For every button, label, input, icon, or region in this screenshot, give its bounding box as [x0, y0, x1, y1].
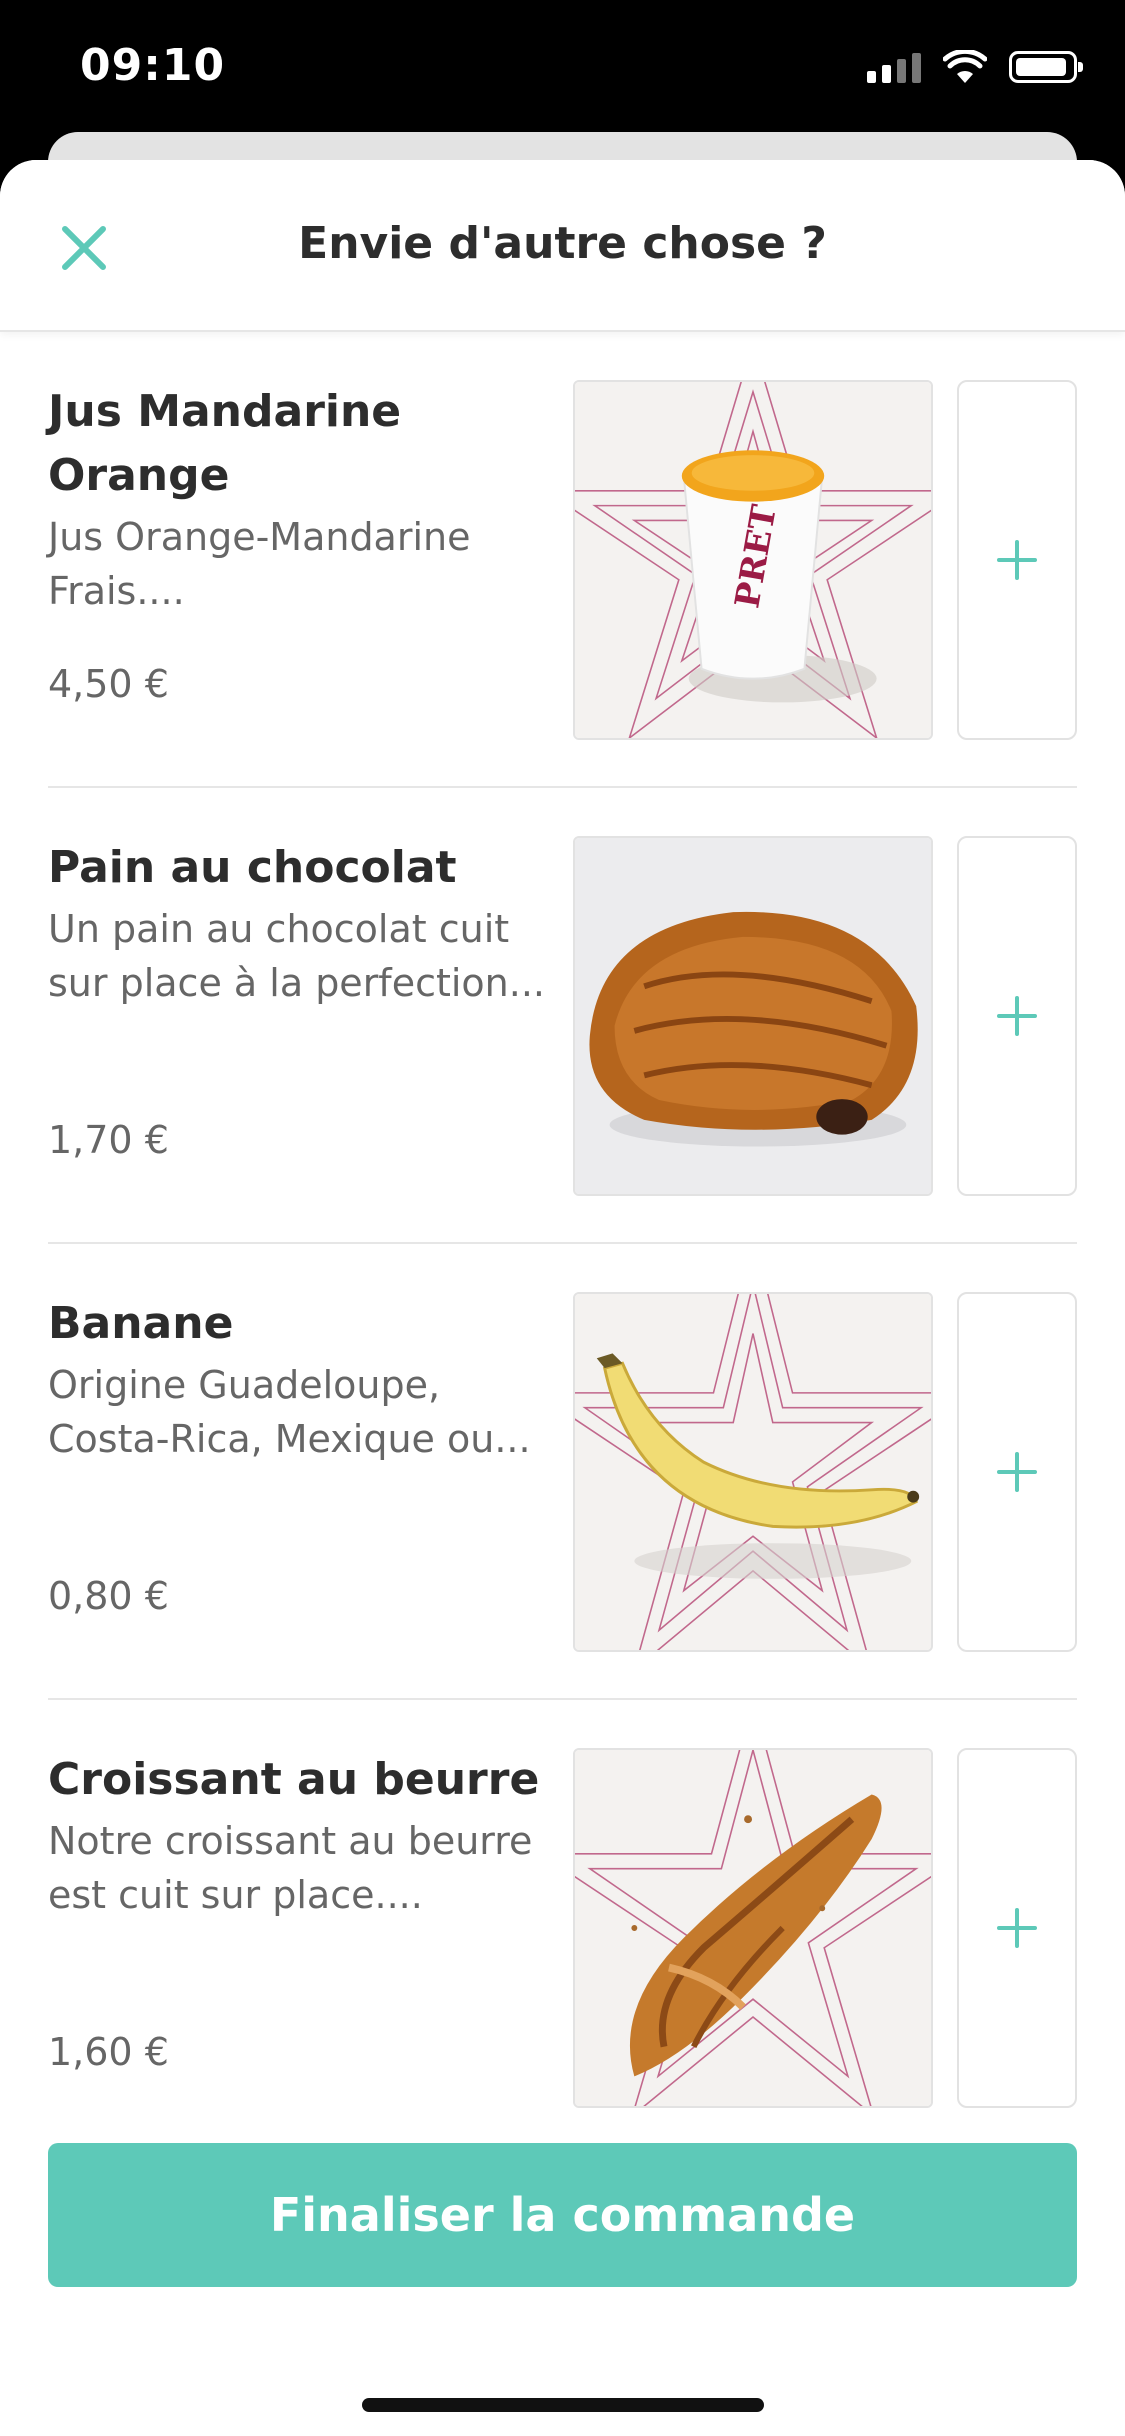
list-item[interactable]: Jus Mandarine Orange Jus Orange-Mandarin…: [0, 332, 1125, 788]
battery-icon: [1009, 51, 1083, 83]
sheet-header: Envie d'autre chose ?: [0, 160, 1125, 332]
item-price: 1,60 €: [48, 2030, 169, 2074]
status-bar: 09:10: [0, 0, 1125, 140]
item-price: 4,50 €: [48, 662, 169, 706]
pain-au-chocolat-image[interactable]: [573, 836, 933, 1196]
add-button[interactable]: [957, 836, 1077, 1196]
add-button[interactable]: [957, 380, 1077, 740]
plus-icon: [997, 1908, 1037, 1948]
checkout-button[interactable]: Finaliser la commande: [48, 2143, 1077, 2287]
add-button[interactable]: [957, 1748, 1077, 2108]
list-item[interactable]: Banane Origine Guadeloupe, Costa-Rica, M…: [0, 1244, 1125, 1700]
item-description: Origine Guadeloupe, Costa-Rica, Mexique …: [48, 1363, 531, 1461]
wifi-icon: [943, 50, 987, 83]
item-name: Jus Mandarine Orange: [48, 386, 402, 501]
item-description: Un pain au chocolat cuit sur place à la …: [48, 907, 545, 1005]
item-name: Pain au chocolat: [48, 842, 457, 893]
sheet-title: Envie d'autre chose ?: [298, 218, 827, 269]
plus-icon: [997, 1452, 1037, 1492]
orange-juice-cup-image[interactable]: PRET: [573, 380, 933, 740]
item-name: Banane: [48, 1298, 234, 1349]
upsell-sheet: Envie d'autre chose ? Jus Mandarine Oran…: [0, 160, 1125, 2436]
item-price: 1,70 €: [48, 1118, 169, 1162]
item-description: Jus Orange-Mandarine Frais....: [48, 515, 471, 613]
add-button[interactable]: [957, 1292, 1077, 1652]
plus-icon: [997, 996, 1037, 1036]
home-indicator[interactable]: [362, 2398, 764, 2412]
signal-icon: [867, 51, 921, 83]
item-price: 0,80 €: [48, 1574, 169, 1618]
status-time: 09:10: [80, 40, 226, 91]
list-item[interactable]: Pain au chocolat Un pain au chocolat cui…: [0, 788, 1125, 1244]
croissant-image[interactable]: [573, 1748, 933, 2108]
list-item[interactable]: Croissant au beurre Notre croissant au b…: [0, 1700, 1125, 2156]
status-icons: [867, 50, 1083, 84]
item-description: Notre croissant au beurre est cuit sur p…: [48, 1819, 533, 1917]
item-name: Croissant au beurre: [48, 1754, 540, 1805]
plus-icon: [997, 540, 1037, 580]
product-list[interactable]: Jus Mandarine Orange Jus Orange-Mandarin…: [0, 332, 1125, 2257]
banana-image[interactable]: [573, 1292, 933, 1652]
